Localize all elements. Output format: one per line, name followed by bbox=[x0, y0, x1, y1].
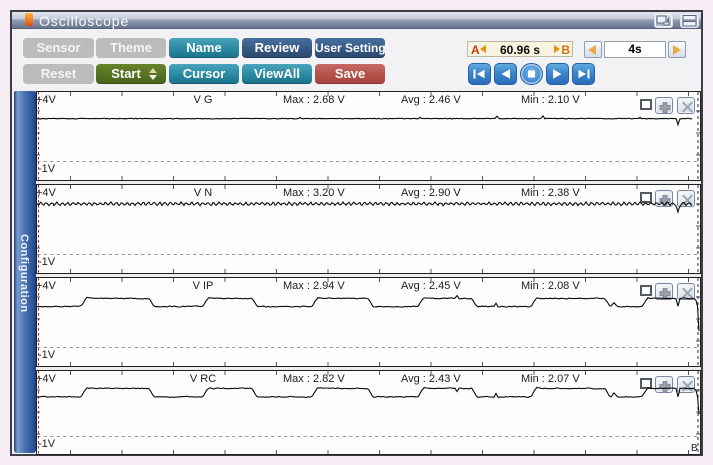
svg-text:B: B bbox=[691, 443, 698, 454]
